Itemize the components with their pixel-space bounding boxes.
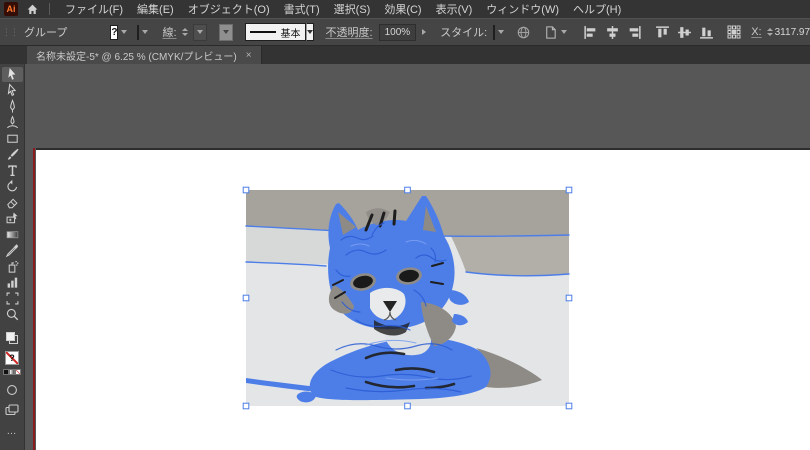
gradient-tool[interactable] xyxy=(2,227,23,242)
document-setup-chevron-icon[interactable] xyxy=(561,30,568,34)
graph-tool[interactable] xyxy=(2,275,23,290)
eyedropper-tool[interactable] xyxy=(2,243,23,258)
main-area: ? … xyxy=(0,64,810,450)
canvas-pasteboard[interactable] xyxy=(26,64,810,450)
handle-middle-left[interactable] xyxy=(242,294,250,302)
stroke-color-swatch[interactable] xyxy=(137,24,140,40)
fill-stroke-indicator-icon[interactable] xyxy=(5,331,19,345)
menu-separator xyxy=(49,3,50,15)
curvature-tool[interactable] xyxy=(2,115,23,130)
tab-close-icon[interactable]: × xyxy=(246,50,252,61)
none-button[interactable] xyxy=(15,369,21,375)
x-position-stepper[interactable] xyxy=(766,28,773,36)
fill-color-indicator[interactable]: ? xyxy=(5,351,19,365)
illustrator-logo-icon[interactable]: Ai xyxy=(4,2,18,16)
menu-select[interactable]: 選択(S) xyxy=(327,1,378,17)
recolor-artwork-icon[interactable] xyxy=(516,25,531,40)
handle-bottom-right[interactable] xyxy=(565,402,573,410)
tools-panel: ? … xyxy=(0,64,25,450)
color-gradient-none-strip[interactable] xyxy=(3,369,21,375)
style-swatch[interactable] xyxy=(493,24,496,40)
vertical-align-top-icon[interactable] xyxy=(655,25,670,40)
stroke-swatch-chevron-icon[interactable] xyxy=(142,30,149,34)
eraser-tool[interactable] xyxy=(2,195,23,210)
document-setup-icon[interactable] xyxy=(543,25,558,40)
vertical-align-bottom-icon[interactable] xyxy=(699,25,714,40)
horizontal-align-left-icon[interactable] xyxy=(583,25,598,40)
width-profile-dropdown[interactable] xyxy=(218,23,233,41)
bleed-guide-line xyxy=(33,148,35,450)
opacity-input[interactable]: 100% xyxy=(378,23,417,41)
stroke-weight-label[interactable]: 線: xyxy=(162,24,176,40)
draw-mode-icon[interactable] xyxy=(6,384,18,396)
stroke-weight-stepper[interactable] xyxy=(181,28,188,36)
menu-window[interactable]: ウィンドウ(W) xyxy=(479,1,566,17)
brush-definition-dropdown[interactable]: 基本 xyxy=(244,23,306,41)
fill-color-swatch[interactable]: ? xyxy=(110,24,119,40)
home-icon[interactable] xyxy=(26,3,39,16)
brush-dropdown-chevron-icon[interactable] xyxy=(305,23,314,41)
vertical-align-middle-icon[interactable] xyxy=(677,25,692,40)
paintbrush-tool[interactable] xyxy=(2,147,23,162)
reference-point-grid-icon[interactable] xyxy=(727,25,741,39)
menu-help[interactable]: ヘルプ(H) xyxy=(566,1,628,17)
opacity-panel-chevron-icon[interactable] xyxy=(422,29,427,35)
selected-artwork-cat[interactable] xyxy=(242,186,573,410)
illustrator-window: Ai ファイル(F) 編集(E) オブジェクト(O) 書式(T) 選択(S) 効… xyxy=(0,0,810,450)
document-tab-title: 名称未設定-5* @ 6.25 % (CMYK/プレビュー) xyxy=(36,51,237,63)
horizontal-align-right-icon[interactable] xyxy=(627,25,642,40)
menu-effect[interactable]: 効果(C) xyxy=(377,1,428,17)
rectangle-tool[interactable] xyxy=(2,131,23,146)
type-tool[interactable] xyxy=(2,163,23,178)
menu-bar: Ai ファイル(F) 編集(E) オブジェクト(O) 書式(T) 選択(S) 効… xyxy=(0,0,810,18)
style-label: スタイル: xyxy=(440,27,488,39)
selection-type-label: グループ xyxy=(24,27,68,39)
handle-top-center[interactable] xyxy=(404,186,411,194)
rotate-tool[interactable] xyxy=(2,179,23,194)
symbol-sprayer-tool[interactable] xyxy=(2,259,23,274)
menu-type[interactable]: 書式(T) xyxy=(277,1,327,17)
edit-toolbar-more-icon[interactable]: … xyxy=(7,426,18,437)
style-swatch-chevron-icon[interactable] xyxy=(498,30,505,34)
handle-bottom-center[interactable] xyxy=(404,402,411,410)
selection-tool[interactable] xyxy=(1,67,23,82)
pen-tool[interactable] xyxy=(2,99,23,114)
artboard-tool[interactable] xyxy=(2,291,23,306)
fill-swatch-chevron-icon[interactable] xyxy=(121,30,128,34)
control-bar: ⋮⋮ グループ ? 線: 基本 不透明度: 100% スタイル: X: 3117… xyxy=(0,18,810,46)
menu-view[interactable]: 表示(V) xyxy=(429,1,480,17)
handle-middle-right[interactable] xyxy=(565,294,573,302)
shape-builder-tool[interactable] xyxy=(2,211,23,226)
menu-object[interactable]: オブジェクト(O) xyxy=(181,1,277,17)
menu-file[interactable]: ファイル(F) xyxy=(58,1,130,17)
stroke-weight-dropdown[interactable] xyxy=(192,23,207,41)
direct-selection-tool[interactable] xyxy=(2,83,23,98)
document-tab-bar: 名称未設定-5* @ 6.25 % (CMYK/プレビュー) × xyxy=(0,46,810,64)
zoom-tool[interactable] xyxy=(2,307,23,322)
handle-top-left[interactable] xyxy=(242,186,250,194)
brush-name-label: 基本 xyxy=(280,28,301,40)
menu-edit[interactable]: 編集(E) xyxy=(130,1,181,17)
x-position-label[interactable]: X: xyxy=(751,26,761,38)
handle-bottom-left[interactable] xyxy=(242,402,250,410)
panel-grip-icon: ⋮⋮ xyxy=(2,26,19,37)
document-tab[interactable]: 名称未設定-5* @ 6.25 % (CMYK/プレビュー) × xyxy=(27,46,262,64)
handle-top-right[interactable] xyxy=(565,186,573,194)
opacity-label[interactable]: 不透明度: xyxy=(326,24,373,40)
brush-stroke-preview xyxy=(249,31,276,33)
horizontal-align-center-icon[interactable] xyxy=(605,25,620,40)
traced-cat-image[interactable] xyxy=(245,190,570,406)
screen-mode-icon[interactable] xyxy=(5,404,19,416)
x-position-value[interactable]: 3117.97 xyxy=(775,27,810,38)
